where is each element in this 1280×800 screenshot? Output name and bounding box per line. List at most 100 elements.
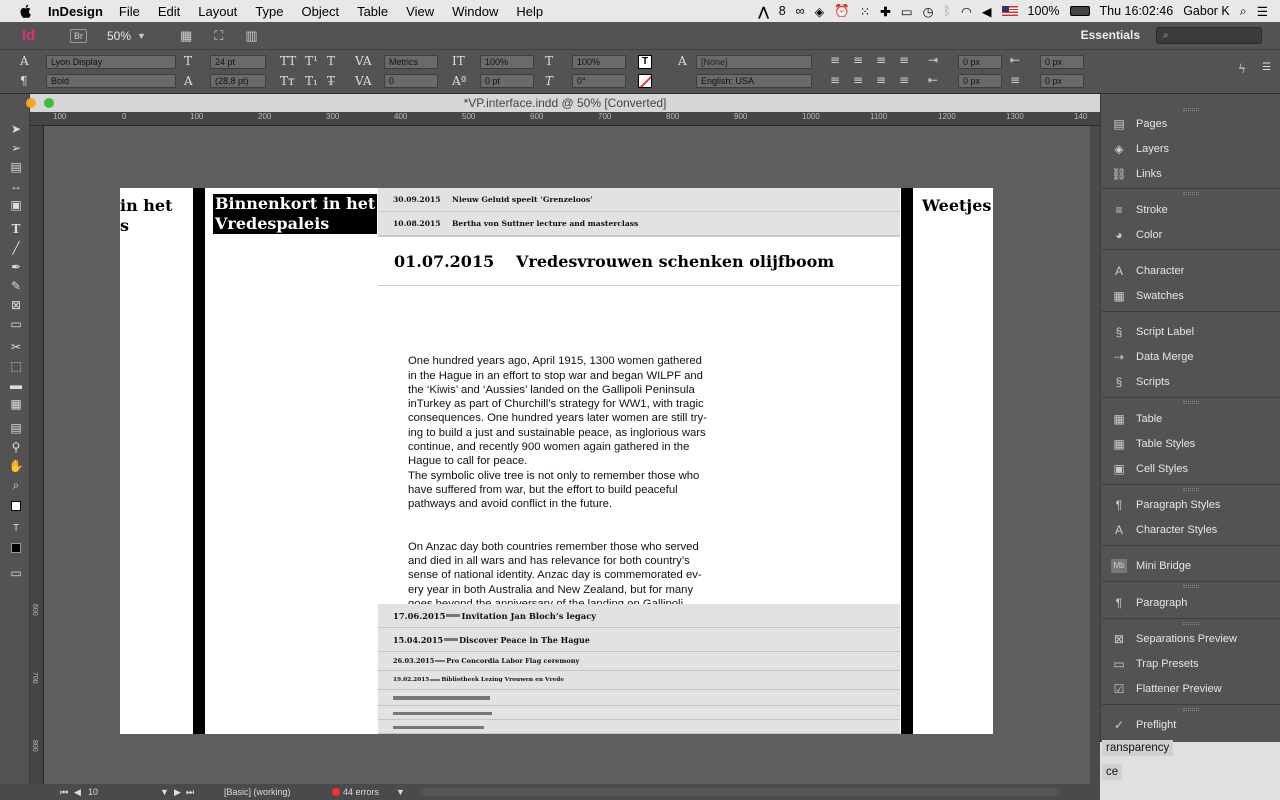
align-left-icon[interactable]: ≡ (830, 53, 840, 67)
preflight-errors[interactable]: 44 errors (343, 784, 379, 800)
gradient-swatch-tool-icon[interactable]: ▬ (8, 378, 24, 392)
panel-grip[interactable] (1183, 622, 1199, 625)
article-body[interactable]: One hundred years ago, April 1915, 1300 … (408, 340, 738, 626)
panel-preflight[interactable]: ✓ Preflight (1111, 716, 1176, 734)
panel-layers[interactable]: ◈ Layers (1111, 140, 1169, 158)
paragraph-mode-icon[interactable]: ¶ (20, 74, 28, 88)
pen-tool-icon[interactable]: ✒ (8, 260, 24, 274)
clock[interactable]: Thu 16:02:46 (1100, 4, 1174, 18)
vertical-scale-field[interactable]: 100% (480, 55, 534, 69)
page-tool-icon[interactable]: ▤ (8, 160, 24, 174)
app-name-menu[interactable]: InDesign (48, 4, 103, 19)
panel-grip[interactable] (1183, 708, 1199, 711)
page-number-field[interactable]: 10 (88, 784, 164, 800)
list-item[interactable]: 26.03.2015 Pro Concordia Labor Flag cerem… (378, 652, 900, 671)
stroke-none-icon[interactable] (638, 74, 652, 88)
panel-table[interactable]: ▦ Table (1111, 410, 1162, 428)
news-item[interactable]: 30.09.2015 Nieuw Geluid speelt ‘Grenzelo… (378, 188, 900, 212)
justify-all-icon[interactable]: ≡ (899, 73, 909, 87)
panel-cell-styles[interactable]: ▣ Cell Styles (1111, 460, 1188, 478)
panel-pages[interactable]: ▤ Pages (1111, 115, 1167, 133)
tracking-field[interactable]: 0 (384, 74, 438, 88)
close-window-button[interactable] (26, 98, 36, 108)
lightning-icon[interactable]: ϟ (1238, 62, 1246, 76)
last-page-icon[interactable]: ⏭ (186, 784, 194, 800)
bluetooth-icon[interactable]: ᛒ (943, 4, 951, 18)
gradient-feather-tool-icon[interactable]: ▦ (8, 397, 24, 411)
zoom-level[interactable]: 50% (107, 29, 131, 43)
document-title[interactable]: *VP.interface.indd @ 50% [Converted] (30, 94, 1100, 112)
status-dropdown-icon[interactable]: ▼ (396, 784, 405, 800)
panel-paragraph-styles[interactable]: ¶ Paragraph Styles (1111, 496, 1221, 514)
article-heading[interactable]: 01.07.2015 Vredesvrouwen schenken olijfb… (378, 236, 900, 286)
hand-tool-icon[interactable]: ✋ (8, 459, 24, 473)
user-name[interactable]: Gabor K (1183, 4, 1230, 18)
gap-tool-icon[interactable]: ↔ (8, 179, 24, 193)
character-mode-icon[interactable]: A (20, 54, 29, 68)
arrange-documents-icon[interactable]: ▥ (245, 28, 257, 44)
notification-center-icon[interactable]: ☰ (1257, 4, 1268, 19)
selection-tool-icon[interactable]: ➤ (8, 122, 24, 136)
font-family-field[interactable]: Lyon Display (46, 55, 176, 69)
panel-separations-preview[interactable]: ⊠ Separations Preview (1111, 630, 1237, 648)
screen-mode-icon[interactable]: ⛶ (214, 28, 223, 44)
subscript-icon[interactable]: T₁ (305, 74, 318, 88)
note-tool-icon[interactable]: ▤ (8, 421, 24, 435)
first-line-indent-field[interactable]: 0 px (958, 74, 1002, 88)
fill-text-icon[interactable]: T (638, 55, 652, 69)
right-page-heading[interactable]: Weetjes (922, 196, 991, 215)
panel-scripts[interactable]: § Scripts (1111, 373, 1170, 391)
screen-mode-tool-icon[interactable]: ▭ (8, 566, 24, 580)
panel-character-styles[interactable]: A Character Styles (1111, 521, 1217, 539)
menu-table[interactable]: Table (357, 4, 388, 19)
line-tool-icon[interactable]: ╱ (8, 241, 24, 255)
apple-icon[interactable] (18, 3, 34, 19)
adobe-cc-icon[interactable]: ⋀ (758, 4, 768, 19)
font-style-field[interactable]: Bold (46, 74, 176, 88)
formatting-affects-text-icon[interactable]: T (8, 522, 24, 536)
kerning-field[interactable]: Metrics (384, 55, 438, 69)
panel-grip[interactable] (1183, 488, 1199, 491)
panel-grip[interactable] (1183, 401, 1199, 404)
justify-left-icon[interactable]: ≡ (830, 73, 840, 87)
small-caps-icon[interactable]: Tт (280, 74, 295, 88)
menu-object[interactable]: Object (302, 4, 340, 19)
menu-type[interactable]: Type (255, 4, 283, 19)
list-item[interactable]: 17.06.2015 Invitation Jan Bloch’s legacy (378, 604, 900, 628)
time-machine-icon[interactable]: ◷ (923, 4, 934, 19)
free-transform-tool-icon[interactable]: ⬚ (8, 359, 24, 373)
justify-right-icon[interactable]: ≡ (876, 73, 886, 87)
panel-swatches[interactable]: ▦ Swatches (1111, 287, 1183, 305)
panel-flattener-preview[interactable]: ☑ Flattener Preview (1111, 680, 1222, 698)
character-style-field[interactable]: [None] (696, 55, 812, 69)
bridge-button[interactable]: Br (70, 28, 87, 43)
direct-selection-tool-icon[interactable]: ➢ (8, 141, 24, 155)
apply-color-icon[interactable] (8, 542, 24, 556)
all-caps-icon[interactable]: TT (280, 54, 296, 68)
view-options-icon[interactable]: ▦ (180, 28, 192, 44)
news-item[interactable]: 10.08.2015 Bertha von Suttner lecture an… (378, 212, 900, 236)
vertical-ruler[interactable]: 600 700 800 (30, 126, 44, 786)
skew-field[interactable]: 0° (572, 74, 626, 88)
menu-file[interactable]: File (119, 4, 140, 19)
alarm-icon[interactable]: ⏰ (834, 4, 850, 19)
panel-tab-partial[interactable]: ce (1102, 764, 1123, 780)
leading-field[interactable]: (28,8 pt) (210, 74, 266, 88)
help-search-input[interactable]: ⌕ (1156, 27, 1262, 44)
align-right-icon[interactable]: ≡ (876, 53, 886, 67)
panel-trap-presets[interactable]: ▭ Trap Presets (1111, 655, 1198, 673)
fill-stroke-swatch-icon[interactable] (8, 500, 24, 514)
list-item[interactable]: 19.02.2015 Bibliotheek Lezing Vrouwen en … (378, 671, 900, 690)
volume-icon[interactable]: ◀ (982, 4, 992, 19)
align-towards-spine-icon[interactable]: ≡ (899, 53, 909, 67)
superscript-icon[interactable]: T¹ (305, 54, 318, 68)
plus-cross-icon[interactable]: ✚ (880, 4, 890, 19)
horizontal-ruler[interactable]: 100 0 100 200 300 400 500 600 700 800 90… (30, 112, 1100, 126)
menu-edit[interactable]: Edit (158, 4, 180, 19)
list-item[interactable]: 15.04.2015 Discover Peace in The Hague (378, 628, 900, 652)
strikethrough-icon[interactable]: T̶ (327, 74, 335, 88)
panel-data-merge[interactable]: ⇢ Data Merge (1111, 348, 1194, 366)
eyedropper-tool-icon[interactable]: ⚲ (8, 440, 24, 454)
panel-color[interactable]: ◕ Color (1111, 226, 1162, 244)
panel-grip[interactable] (1183, 192, 1199, 195)
